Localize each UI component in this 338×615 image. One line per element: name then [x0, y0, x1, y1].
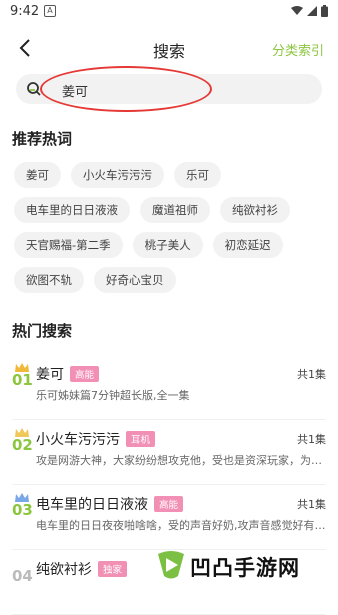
item-description: 乐可姊妹篇7分钟超长版,全一集 — [36, 389, 190, 402]
signal-icon — [307, 6, 317, 16]
item-title: 姜可 — [36, 367, 64, 383]
status-bar: 9:42 A — [0, 0, 338, 24]
hot-search-title: 热门搜索 — [12, 322, 73, 340]
item-description: 攻是网游大神，大家纷纷想攻克他，受也是资深玩家，为了... — [36, 454, 326, 467]
rank-number: 03 — [12, 501, 33, 519]
recommended-title: 推荐热词 — [12, 130, 73, 148]
hot-word-tag[interactable]: 好奇心宝贝 — [94, 267, 176, 293]
search-box[interactable] — [16, 74, 322, 104]
watermark-text: 凹凸手游网 — [190, 556, 300, 580]
search-icon[interactable] — [26, 81, 42, 97]
hot-word-tag[interactable]: 姜可 — [14, 162, 61, 188]
rank-marker: 02 — [12, 428, 33, 454]
hot-word-tag[interactable]: 电车里的日日液液 — [14, 197, 130, 223]
rank-marker: 03 — [12, 493, 33, 519]
hot-word-tag[interactable]: 天官赐福-第二季 — [14, 232, 123, 258]
item-badge: 耳机 — [126, 431, 156, 447]
rank-marker: 04 — [12, 558, 33, 585]
episode-count: 共1集 — [297, 498, 326, 511]
search-input[interactable] — [60, 78, 294, 102]
status-time: 9:42 — [10, 4, 40, 19]
watermark-logo-icon — [158, 551, 184, 579]
hot-word-tag[interactable]: 魔道祖师 — [140, 197, 210, 223]
rank-number: 01 — [12, 371, 33, 389]
item-title: 小火车污污污 — [36, 432, 120, 448]
wifi-icon — [291, 6, 303, 15]
item-badge: 独家 — [98, 561, 128, 577]
a-notification-icon: A — [44, 5, 56, 17]
hot-word-tag[interactable]: 桃子美人 — [132, 232, 203, 258]
hot-word-tag[interactable]: 初恋延迟 — [212, 232, 283, 258]
status-icons — [291, 5, 328, 17]
hot-word-tag[interactable]: 小火车污污污 — [71, 162, 164, 188]
item-title: 电车里的日日液液 — [36, 497, 148, 513]
watermark-logo: 凹凸手游网 — [150, 540, 338, 600]
battery-icon — [321, 5, 328, 17]
item-description: 电车里的日日夜夜啪啥啥，受的声音好奶,攻声音感觉好有磁性 — [36, 519, 326, 532]
rank-number: 02 — [12, 436, 33, 454]
item-badge: 高能 — [70, 366, 100, 382]
item-badge: 高能 — [154, 496, 184, 512]
hot-word-tag[interactable]: 欲图不轨 — [14, 267, 84, 293]
hot-word-tag[interactable]: 纯欲衬衫 — [220, 197, 290, 223]
rank-number: 04 — [12, 567, 33, 585]
rank-marker: 01 — [12, 363, 33, 389]
hot-search-item[interactable]: 02 小火车污污污 耳机 共1集 攻是网游大神，大家纷纷想攻克他，受也是资深玩家… — [12, 420, 326, 485]
item-title: 纯欲衬衫 — [36, 562, 92, 578]
episode-count: 共1集 — [297, 368, 326, 381]
hot-word-tag[interactable]: 乐可 — [174, 162, 221, 188]
recommended-tags: 姜可 小火车污污污 乐可 电车里的日日液液 魔道祖师 纯欲衬衫 天官赐福-第二季… — [14, 162, 330, 302]
episode-count: 共1集 — [297, 433, 326, 446]
header: 搜索 分类索引 — [0, 30, 338, 66]
category-index-link[interactable]: 分类索引 — [272, 40, 324, 59]
hot-search-item[interactable]: 01 姜可 高能 共1集 乐可姊妹篇7分钟超长版,全一集 — [12, 355, 326, 420]
